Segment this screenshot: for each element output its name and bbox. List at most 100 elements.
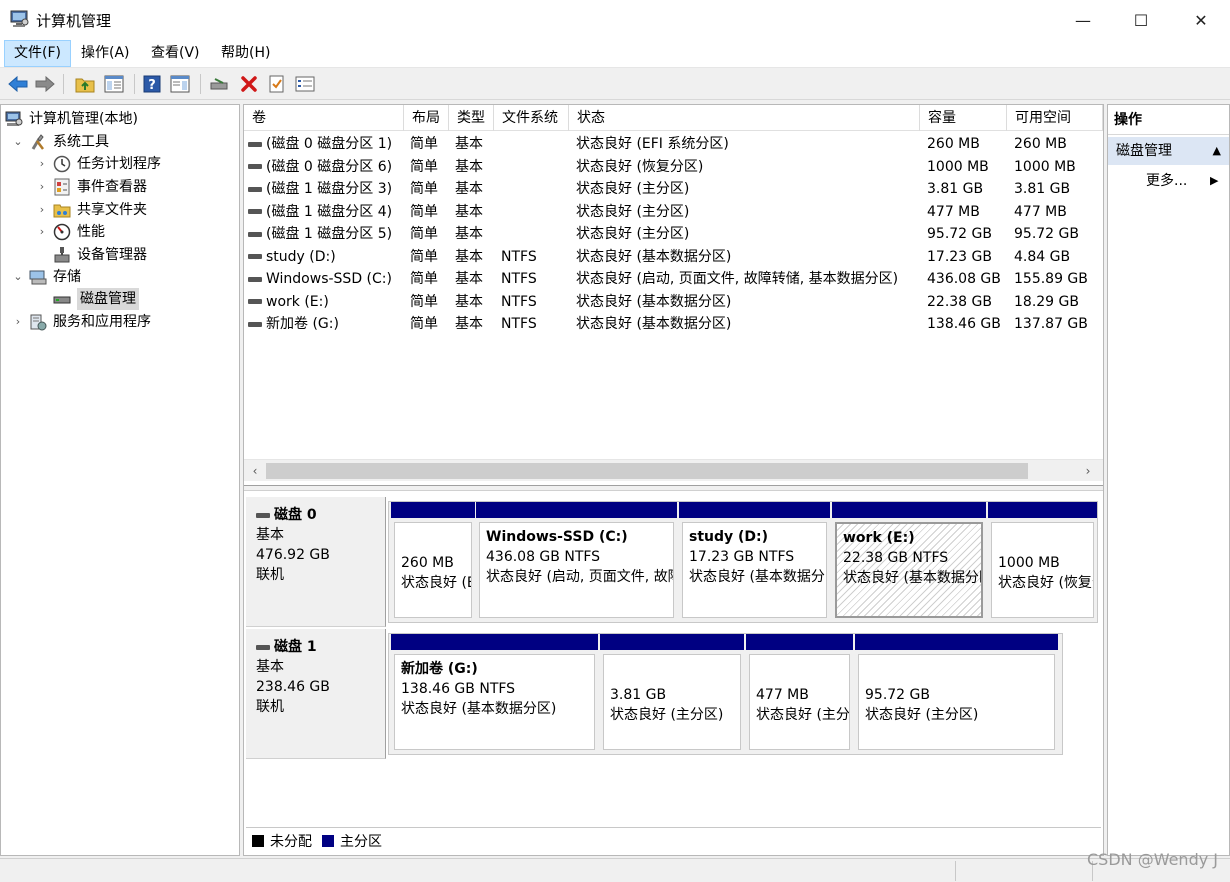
volume-icon (248, 276, 262, 282)
minimize-icon: — (1075, 10, 1091, 30)
chevron-right-icon[interactable]: › (35, 221, 49, 243)
column-header-capacity[interactable]: 容量 (920, 105, 1007, 131)
partition-body: 新加卷 (G:) 138.46 GB NTFS 状态良好 (基本数据分区) (394, 654, 595, 750)
chevron-right-icon[interactable]: › (35, 153, 49, 175)
partition-disk0-efi[interactable]: 260 MB 状态良好 (EFI 系统分区) (391, 502, 475, 622)
toolbar-separator (200, 74, 201, 94)
column-header-type[interactable]: 类型 (449, 105, 494, 131)
partition-disk1-3[interactable]: 3.81 GB 状态良好 (主分区) (600, 634, 744, 754)
table-row[interactable]: (磁盘 1 磁盘分区 4) 简单 基本 状态良好 (主分区) 477 MB 477 MB (244, 201, 1103, 224)
partition-size: 436.08 GB NTFS (486, 549, 601, 565)
chevron-right-icon[interactable]: › (35, 199, 49, 221)
column-header-volume[interactable]: 卷 (244, 105, 404, 131)
partition-study[interactable]: study (D:) 17.23 GB NTFS 状态良好 (基本数据分区) (679, 502, 830, 622)
cell-capacity-text: 138.46 GB (927, 316, 1001, 332)
table-row[interactable]: Windows-SSD (C:) 简单 基本 NTFS 状态良好 (启动, 页面文件, … (244, 268, 1103, 291)
tree-item-system-tools[interactable]: ⌄ 系统工具 (11, 131, 109, 153)
partition-new-volume[interactable]: 新加卷 (G:) 138.46 GB NTFS 状态良好 (基本数据分区) (391, 634, 598, 754)
column-header-status[interactable]: 状态 (569, 105, 920, 131)
table-row[interactable]: (磁盘 0 磁盘分区 6) 简单 基本 状态良好 (恢复分区) 1000 MB 1000 … (244, 156, 1103, 179)
partition-windows-ssd[interactable]: Windows-SSD (C:) 436.08 GB NTFS 状态良好 (启动… (476, 502, 677, 622)
tree-item-root[interactable]: 计算机管理(本地) (5, 108, 138, 130)
cell-status-text: 状态良好 (主分区) (576, 226, 690, 242)
back-button[interactable] (5, 71, 31, 97)
view-list-button[interactable] (292, 71, 318, 97)
partition-disk1-4[interactable]: 477 MB 状态良好 (主分区) (746, 634, 853, 754)
cell-free-space-text: 95.72 GB (1014, 226, 1079, 242)
close-button[interactable]: ✕ (1172, 0, 1230, 40)
show-hide-tree-button[interactable] (101, 71, 127, 97)
horizontal-scrollbar[interactable]: ‹ › (244, 459, 1103, 481)
column-header-free-space[interactable]: 可用空间 (1007, 105, 1103, 131)
legend-swatch-primary (322, 834, 334, 847)
scrollbar-thumb[interactable] (266, 463, 1028, 479)
connect-drive-button[interactable] (206, 71, 232, 97)
partition-status: 状态良好 (EFI 系统分区) (401, 575, 471, 591)
delete-button[interactable] (236, 71, 262, 97)
volume-icon (248, 186, 262, 192)
scroll-left-icon[interactable]: ‹ (246, 460, 264, 482)
partition-disk0-recovery[interactable]: 1000 MB 状态良好 (恢复分区) (988, 502, 1097, 622)
cell-layout-text: 简单 (410, 203, 438, 220)
chevron-down-icon[interactable]: ⌄ (11, 266, 25, 288)
pane-splitter[interactable] (244, 485, 1103, 491)
device-manager-icon (54, 247, 70, 263)
table-row[interactable]: (磁盘 1 磁盘分区 3) 简单 基本 状态良好 (主分区) 3.81 GB 3.81 G… (244, 178, 1103, 201)
column-header-filesystem[interactable]: 文件系统 (494, 105, 569, 131)
tree-item-device-manager[interactable]: 设备管理器 (53, 244, 147, 266)
maximize-button[interactable]: ☐ (1112, 0, 1170, 40)
disk-management-pane: 卷 布局 类型 文件系统 状态 容量 可用空间 (磁盘 0 磁盘分区 1) 简单基… (243, 104, 1104, 856)
legend-swatch-unallocated (252, 834, 264, 847)
tree-item-shared-folders[interactable]: › 共享文件夹 (35, 199, 147, 221)
cell-type-text: 基本 (455, 316, 483, 332)
disk-0-label[interactable]: 磁盘 0 基本 476.92 GB 联机 (246, 497, 386, 627)
cell-type: 基本 (455, 313, 495, 335)
show-hide-action-pane-button[interactable] (167, 71, 193, 97)
tree-item-services-apps[interactable]: › 服务和应用程序 (11, 311, 151, 333)
cell-status: 状态良好 (基本数据分区) (576, 246, 920, 268)
disk-1-label[interactable]: 磁盘 1 基本 238.46 GB 联机 (246, 629, 386, 759)
scroll-right-icon[interactable]: › (1079, 460, 1097, 482)
cell-type: 基本 (455, 201, 495, 223)
menu-help[interactable]: 帮助(H) (212, 40, 279, 67)
partition-size: 1000 MB (998, 555, 1060, 571)
menu-view[interactable]: 查看(V) (142, 40, 209, 67)
cell-volume: (磁盘 0 磁盘分区 1) (248, 133, 404, 155)
partition-disk1-5[interactable]: 95.72 GB 状态良好 (主分区) (855, 634, 1058, 754)
collapse-up-icon[interactable]: ▲ (1213, 137, 1221, 165)
up-folder-button[interactable] (72, 71, 98, 97)
table-row[interactable]: (磁盘 0 磁盘分区 1) 简单 基本 状态良好 (EFI 系统分区) 260 MB 26… (244, 133, 1103, 156)
table-row[interactable]: study (D:) 简单 基本 NTFS 状态良好 (基本数据分区) 17.23 GB 4… (244, 246, 1103, 269)
actions-section-disk-management[interactable]: 磁盘管理 ▲ (1108, 137, 1229, 165)
disk-1-name: 磁盘 1 (274, 639, 317, 655)
table-row[interactable]: work (E:) 简单 基本 NTFS 状态良好 (基本数据分区) 22.38 GB 18… (244, 291, 1103, 314)
cell-status-text: 状态良好 (启动, 页面文件, 故障转储, 基本数据分区) (576, 271, 899, 287)
disk-0-size: 476.92 GB (256, 547, 330, 563)
chevron-right-icon[interactable]: › (35, 176, 49, 198)
title-bar: 计算机管理 — ☐ ✕ (0, 0, 1230, 40)
tree-item-task-scheduler[interactable]: › 任务计划程序 (35, 153, 161, 175)
partition-work[interactable]: work (E:) 22.38 GB NTFS 状态良好 (基本数据分区) (832, 502, 986, 622)
cell-layout: 简单 (410, 223, 450, 245)
tree-label: 服务和应用程序 (53, 314, 151, 330)
partition-status: 状态良好 (主分区) (610, 707, 724, 723)
cell-volume: (磁盘 1 磁盘分区 4) (248, 201, 404, 223)
help-button[interactable]: ? (139, 71, 165, 97)
column-header-layout[interactable]: 布局 (404, 105, 449, 131)
chevron-down-icon[interactable]: ⌄ (11, 131, 25, 153)
tree-item-disk-management[interactable]: 磁盘管理 (53, 288, 139, 310)
table-row[interactable]: (磁盘 1 磁盘分区 5) 简单 基本 状态良好 (主分区) 95.72 GB 95.72… (244, 223, 1103, 246)
forward-button[interactable] (32, 71, 58, 97)
disk-icon (256, 512, 270, 518)
minimize-button[interactable]: — (1054, 0, 1112, 40)
services-icon (30, 314, 47, 331)
more-actions-link[interactable]: 更多... (1146, 169, 1187, 193)
tree-item-event-viewer[interactable]: › 事件查看器 (35, 176, 147, 198)
tree-item-storage[interactable]: ⌄ 存储 (11, 266, 81, 288)
menu-action[interactable]: 操作(A) (72, 40, 139, 67)
menu-file[interactable]: 文件(F) (4, 40, 71, 67)
chevron-right-icon[interactable]: › (11, 311, 25, 333)
properties-button[interactable] (264, 71, 290, 97)
tree-item-performance[interactable]: › 性能 (35, 221, 105, 243)
table-row[interactable]: 新加卷 (G:) 简单 基本 NTFS 状态良好 (基本数据分区) 138.46 GB 13… (244, 313, 1103, 336)
